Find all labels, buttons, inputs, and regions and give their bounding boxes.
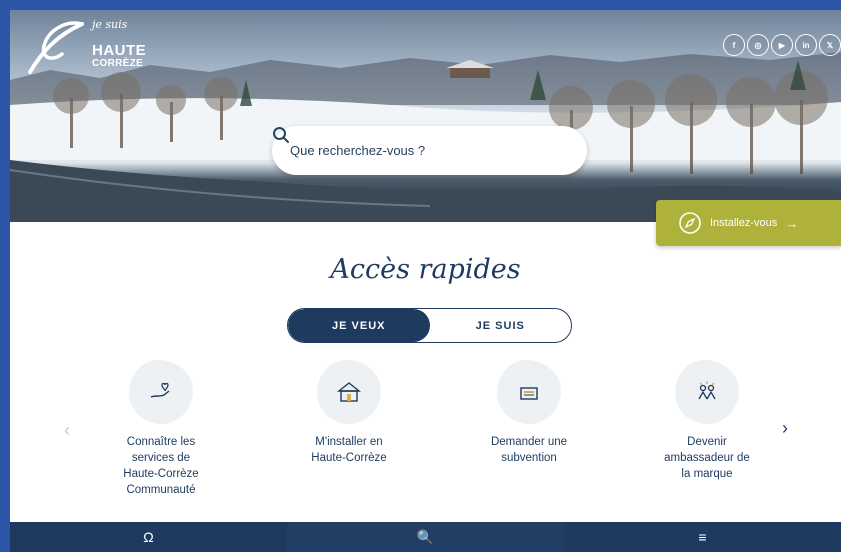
brand-tagline: je suis xyxy=(92,18,128,31)
card-label-line: la marque xyxy=(681,468,733,480)
house-icon xyxy=(337,382,361,402)
instagram-icon[interactable]: ◎ xyxy=(747,34,769,56)
card-ambassadeur[interactable]: Devenir ambassadeur de la marque xyxy=(642,360,772,482)
quick-access-carousel: Connaître les services de Haute-Corrèze … xyxy=(96,360,776,520)
card-label-line: Demander une xyxy=(490,436,568,448)
carousel-prev-button[interactable]: ‹ xyxy=(64,420,70,441)
hero-banner: je suis HAUTE CORRÈZE f ◎ ▶ in 𝕏 Que rec… xyxy=(10,10,841,222)
card-label-line: Haute-Corrèze xyxy=(311,452,387,464)
linkedin-icon[interactable]: in xyxy=(795,34,817,56)
card-label: M'installer en Haute-Corrèze xyxy=(284,434,414,466)
card-label: Connaître les services de Haute-Corrèze … xyxy=(96,434,226,498)
install-button[interactable]: Installez-vous → xyxy=(656,200,841,246)
search-icon[interactable]: 🔍 xyxy=(287,522,564,552)
search-input[interactable]: Que recherchez-vous ? xyxy=(290,143,569,158)
card-services[interactable]: Connaître les services de Haute-Corrèze … xyxy=(96,360,226,498)
tab-je-veux[interactable]: JE VEUX xyxy=(288,309,430,342)
install-label: Installez-vous xyxy=(710,217,778,229)
hand-heart-icon xyxy=(150,382,170,398)
page: je suis HAUTE CORRÈZE f ◎ ▶ in 𝕏 Que rec… xyxy=(10,10,841,552)
x-icon[interactable]: 𝕏 xyxy=(819,34,841,56)
card-label-line: Communauté xyxy=(126,484,196,496)
card-label-line: Devenir xyxy=(687,436,727,448)
card-icon-bg xyxy=(497,360,561,424)
brand-logo[interactable]: je suis HAUTE CORRÈZE xyxy=(22,16,152,74)
people-celebrate-icon xyxy=(698,381,716,400)
card-label-line: M'installer en xyxy=(315,436,383,448)
social-links: f ◎ ▶ in 𝕏 xyxy=(723,34,841,56)
bottom-nav-bar: Ω 🔍 ≡ xyxy=(10,522,841,552)
compass-icon xyxy=(679,212,701,234)
card-icon-bg xyxy=(317,360,381,424)
tab-je-suis[interactable]: JE SUIS xyxy=(430,309,572,342)
youtube-icon[interactable]: ▶ xyxy=(771,34,793,56)
money-icon xyxy=(520,387,538,400)
brand-swirl-icon xyxy=(28,21,84,74)
card-label-line: ambassadeur de xyxy=(664,452,750,464)
facebook-icon[interactable]: f xyxy=(723,34,745,56)
brand-name-line1: HAUTE xyxy=(92,42,147,59)
card-label-line: services de xyxy=(131,452,191,464)
brand-name-line2: CORRÈZE xyxy=(92,58,143,69)
arrow-right-icon: → xyxy=(785,215,799,231)
card-label-line: Haute-Corrèze xyxy=(123,468,199,480)
account-icon[interactable]: Ω xyxy=(10,522,287,552)
menu-icon[interactable]: ≡ xyxy=(564,522,841,552)
card-icon-bg xyxy=(129,360,193,424)
card-icon-bg xyxy=(675,360,739,424)
card-label-line: subvention xyxy=(501,452,557,464)
carousel-next-button[interactable]: › xyxy=(782,418,788,439)
audience-toggle: JE VEUX JE SUIS xyxy=(287,308,572,343)
card-label-line: Connaître les xyxy=(126,436,196,448)
card-installer[interactable]: M'installer en Haute-Corrèze xyxy=(284,360,414,466)
section-title: Accès rapides xyxy=(330,254,521,285)
card-subvention[interactable]: Demander une subvention xyxy=(464,360,594,466)
search-bar[interactable]: Que recherchez-vous ? xyxy=(272,126,587,175)
card-label: Devenir ambassadeur de la marque xyxy=(642,434,772,482)
card-label: Demander une subvention xyxy=(464,434,594,466)
search-icon[interactable] xyxy=(272,126,290,144)
